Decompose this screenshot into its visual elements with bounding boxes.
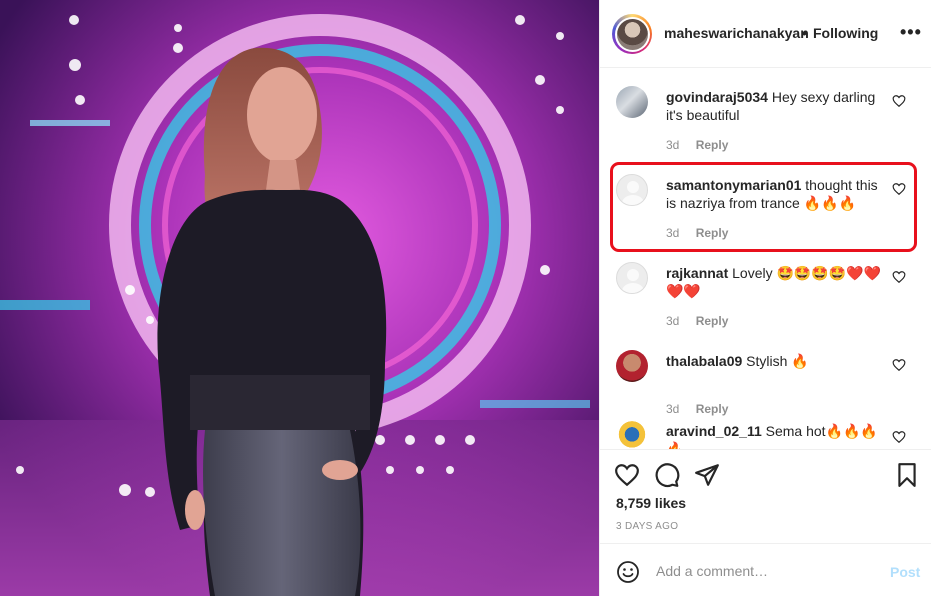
- comment-time[interactable]: 3d: [666, 314, 679, 328]
- comment-username[interactable]: govindaraj5034: [666, 89, 768, 105]
- like-comment-heart-icon[interactable]: [892, 270, 906, 284]
- more-options-icon[interactable]: •••: [900, 22, 922, 43]
- like-heart-icon[interactable]: [614, 462, 640, 488]
- reply-button[interactable]: Reply: [696, 138, 729, 152]
- following-button[interactable]: Following: [813, 25, 878, 41]
- add-comment-bar: Post: [600, 543, 931, 596]
- comment-username[interactable]: rajkannat: [666, 265, 728, 281]
- author-username[interactable]: maheswarichanakyan: [664, 25, 809, 41]
- comment-item: aravind_02_11 Sema hot🔥🔥🔥🔥: [600, 402, 931, 449]
- emoji-smiley-icon[interactable]: [616, 560, 640, 584]
- highlight-annotation-box: [610, 162, 917, 252]
- post-side-panel: maheswarichanakyan • Following ••• govin…: [599, 0, 931, 596]
- comment-time[interactable]: 3d: [666, 138, 679, 152]
- post-photo[interactable]: [0, 0, 599, 596]
- comment-text: Stylish 🔥: [746, 353, 809, 369]
- share-send-icon[interactable]: [694, 462, 720, 488]
- post-actions: 8,759 likes 3 DAYS AGO: [600, 449, 931, 543]
- save-bookmark-icon[interactable]: [894, 462, 920, 488]
- add-comment-input[interactable]: [656, 560, 876, 582]
- commenter-avatar[interactable]: [616, 420, 648, 449]
- commenter-avatar[interactable]: [616, 350, 648, 382]
- commenter-avatar[interactable]: [616, 262, 648, 294]
- post-date[interactable]: 3 DAYS AGO: [616, 521, 678, 532]
- comment-username[interactable]: thalabala09: [666, 353, 742, 369]
- author-avatar[interactable]: [612, 14, 652, 54]
- comment-item: govindaraj5034 Hey sexy darling it's bea…: [600, 68, 931, 156]
- like-comment-heart-icon[interactable]: [892, 430, 906, 444]
- comment-bubble-icon[interactable]: [654, 462, 680, 488]
- like-comment-heart-icon[interactable]: [892, 94, 906, 108]
- comments-list[interactable]: govindaraj5034 Hey sexy darling it's bea…: [600, 68, 931, 449]
- like-comment-heart-icon[interactable]: [892, 358, 906, 372]
- comment-item: rajkannat Lovely 🤩🤩🤩🤩❤️❤️❤️❤️ 3d Reply: [600, 244, 931, 332]
- post-comment-button[interactable]: Post: [890, 564, 920, 580]
- header-separator: •: [802, 25, 807, 41]
- post-header: maheswarichanakyan • Following •••: [600, 0, 931, 68]
- likes-count[interactable]: 8,759 likes: [616, 495, 686, 511]
- post-photo-scene: [0, 0, 599, 596]
- comment-username[interactable]: aravind_02_11: [666, 423, 762, 439]
- reply-button[interactable]: Reply: [696, 314, 729, 328]
- commenter-avatar[interactable]: [616, 86, 648, 118]
